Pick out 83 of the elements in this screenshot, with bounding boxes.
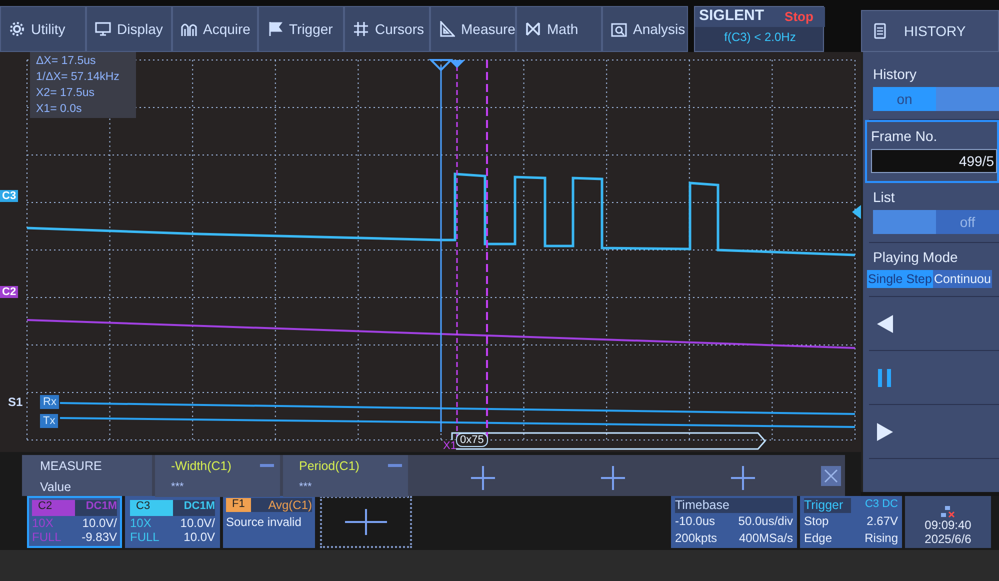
channel-tag: C3 — [130, 500, 172, 516]
magnifier-box-icon — [611, 21, 627, 37]
left-triangle-icon — [875, 312, 895, 334]
timebase-panel[interactable]: Timebase -10.0us 50.0us/div 200kpts 400MSa/s — [671, 496, 797, 548]
mode-label: FULL — [130, 530, 160, 544]
add-icon[interactable] — [468, 463, 498, 493]
math-icon — [525, 21, 541, 37]
cursor-value: X1= 0.0s — [36, 103, 83, 115]
decode-value: 0x75 — [456, 433, 488, 447]
menu-tab[interactable]: Math — [516, 6, 602, 52]
probe-label: 10X — [32, 516, 54, 530]
right-triangle-icon — [875, 420, 895, 442]
clock-time: 09:09:40 — [924, 518, 972, 532]
trigger-panel[interactable]: Trigger C3 DC Stop 2.67V Edge Rising — [800, 496, 902, 548]
cursor-value: ΔX= 17.5us — [36, 55, 97, 67]
add-icon[interactable] — [728, 463, 758, 493]
coupling-label: DC1M — [172, 500, 215, 516]
sample-rate: 400MSa/s — [738, 530, 793, 546]
channel-card[interactable]: C2 DC1M 10X 10.0V/ FULL -9.83V — [27, 496, 122, 548]
measure-header: MEASURE — [40, 458, 103, 472]
menu-tab[interactable]: Cursors — [344, 6, 430, 52]
gear-icon — [9, 21, 25, 37]
clipboard-icon — [874, 23, 886, 39]
arches-icon — [181, 21, 197, 37]
hash-icon — [353, 21, 369, 37]
measure-item[interactable]: -Width(C1) *** — [155, 455, 280, 497]
brand-logo: SIGLENT — [695, 7, 773, 27]
mode-option[interactable]: Continuou — [932, 270, 992, 288]
add-icon[interactable] — [598, 463, 628, 493]
function-source: Avg(C1) — [268, 498, 312, 512]
channel-marker[interactable]: C2 — [0, 286, 18, 298]
offset-value: -9.83V — [80, 530, 117, 544]
trigger-state: Stop — [804, 514, 830, 530]
menu-tab[interactable]: Measure — [430, 6, 516, 52]
trigger-slope: Rising — [864, 530, 898, 546]
mode-option[interactable]: Single Step — [867, 270, 933, 288]
monitor-icon — [95, 21, 111, 37]
network-disconnected-icon — [941, 506, 955, 518]
trigger-level: 2.67V — [866, 514, 898, 530]
probe-label: 10X — [130, 516, 152, 530]
menu-tab[interactable]: Acquire — [172, 6, 258, 52]
bus-line-label: Tx — [40, 414, 58, 428]
memory-depth: 200kpts — [675, 530, 718, 546]
option-label: List — [873, 189, 896, 205]
trigger-source: C3 DC — [864, 498, 898, 512]
offset-value: 10.0V — [182, 530, 215, 544]
history-button[interactable]: HISTORY — [861, 10, 999, 52]
bus-label: S1 — [8, 395, 23, 409]
menu-tab[interactable]: Trigger — [258, 6, 344, 52]
cursor-value: X2= 17.5us — [36, 87, 96, 99]
option-label: Frame No. — [871, 128, 938, 144]
function-tag: F1 — [226, 498, 251, 512]
menu-tab[interactable]: Utility — [0, 6, 86, 52]
frame-number-field[interactable]: 499/5 — [871, 149, 997, 173]
cursor-value: 1/ΔX= 57.14kHz — [36, 71, 120, 83]
option-label: Playing Mode — [873, 249, 959, 265]
measure-item[interactable]: Period(C1) *** — [283, 455, 408, 497]
coupling-label: DC1M — [74, 500, 117, 516]
menu-tab[interactable]: Display — [86, 6, 172, 52]
function-card[interactable]: F1 Avg(C1) Source invalid — [223, 496, 315, 548]
add-icon — [343, 507, 389, 537]
channel-card[interactable]: C3 DC1M 10X 10.0V/ FULL 10.0V — [125, 496, 220, 548]
bus-line-label: Rx — [40, 395, 60, 409]
scale-value: 10.0V/ — [179, 516, 215, 530]
panel-title: Trigger — [804, 498, 851, 514]
trigger-type: Edge — [804, 530, 834, 546]
function-message: Source invalid — [226, 515, 302, 529]
panel-title: Timebase — [675, 498, 793, 514]
trigger-frequency: f(C3) < 2.0Hz — [723, 29, 797, 46]
flag-icon — [267, 21, 283, 37]
menu-tab[interactable]: Analysis — [602, 6, 688, 52]
trigger-position-icon[interactable] — [428, 59, 454, 72]
ruler-triangle-icon — [439, 21, 455, 37]
row-label: Value — [40, 480, 72, 494]
mode-label: FULL — [32, 530, 62, 544]
option-label: History — [873, 66, 918, 82]
channel-tag: C2 — [32, 500, 74, 516]
clock-date: 2025/6/6 — [924, 532, 972, 546]
trigger-delay-icon[interactable] — [449, 60, 465, 68]
cursor-label: X1 — [443, 440, 456, 452]
scale-value: 50.0us/div — [737, 514, 793, 530]
delay-value: -10.0us — [675, 514, 716, 530]
scale-value: 10.0V/ — [81, 516, 117, 530]
